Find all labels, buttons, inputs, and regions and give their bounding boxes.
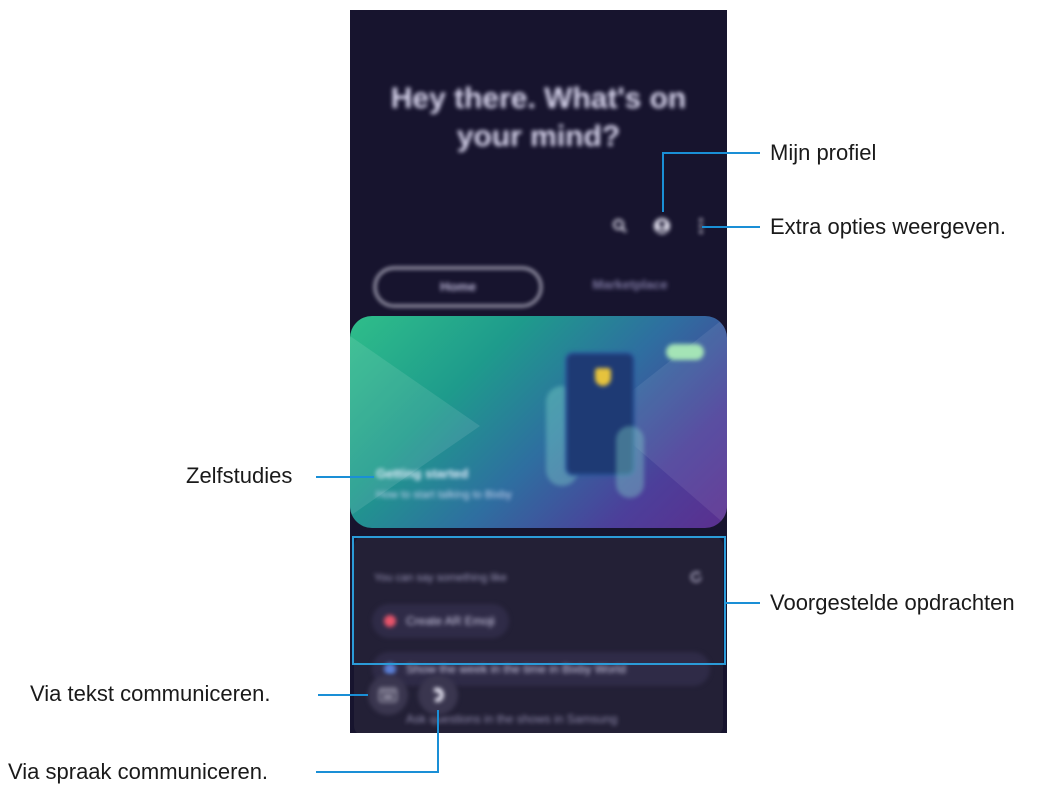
tutorial-card-title: Getting started [376, 466, 469, 481]
callout-line-voice [437, 710, 439, 773]
callout-line-tutorials [316, 476, 374, 478]
callout-line-profile [662, 152, 664, 212]
callout-suggested-commands: Voorgestelde opdrachten [770, 590, 1015, 615]
callout-line-more-options [702, 226, 760, 228]
keyboard-icon [379, 688, 397, 707]
callout-more-options: Extra opties weergeven. [770, 214, 1007, 239]
suggestion-chip[interactable]: Create AR Emoji [372, 604, 509, 638]
callout-line-suggested [726, 602, 760, 604]
callout-line-profile [662, 152, 760, 154]
refresh-icon[interactable] [689, 570, 703, 589]
callout-line-text [318, 694, 368, 696]
callout-text: Via tekst communiceren. [30, 681, 271, 706]
suggestion-chip-label: Show the week in the time in Bixby World [406, 662, 626, 676]
callout-line-voice [316, 771, 439, 773]
callout-profile: Mijn profiel [770, 140, 877, 165]
phone-screen: Hey there. What's on your mind? Home Mar… [350, 10, 727, 733]
tutorial-card-subtitle: How to start talking to Bixby [376, 489, 512, 501]
bixby-icon [384, 663, 396, 675]
card-toggle[interactable] [666, 344, 704, 360]
tutorial-card[interactable]: Getting started How to start talking to … [350, 316, 727, 528]
suggestions-label: You can say something like [374, 572, 507, 584]
suggested-commands-panel: You can say something like Create AR Emo… [354, 536, 723, 733]
voice-icon [430, 686, 446, 709]
hand-illustration [616, 426, 644, 498]
callout-tutorials: Zelfstudies [186, 463, 293, 488]
text-input-button[interactable] [368, 675, 408, 715]
greeting-title: Hey there. What's on your mind? [390, 82, 687, 153]
shield-icon [595, 368, 611, 386]
tab-bar: Home Marketplace [350, 267, 727, 307]
callout-voice: Via spraak communiceren. [8, 759, 269, 784]
search-icon[interactable] [612, 218, 628, 239]
profile-icon[interactable] [653, 217, 671, 240]
emoji-icon [384, 615, 396, 627]
more-options-icon[interactable] [698, 217, 704, 240]
suggestion-chip-label: Create AR Emoji [406, 614, 495, 628]
voice-input-button[interactable] [418, 675, 458, 715]
tab-home[interactable]: Home [374, 267, 542, 307]
tab-marketplace[interactable]: Marketplace [560, 267, 700, 303]
